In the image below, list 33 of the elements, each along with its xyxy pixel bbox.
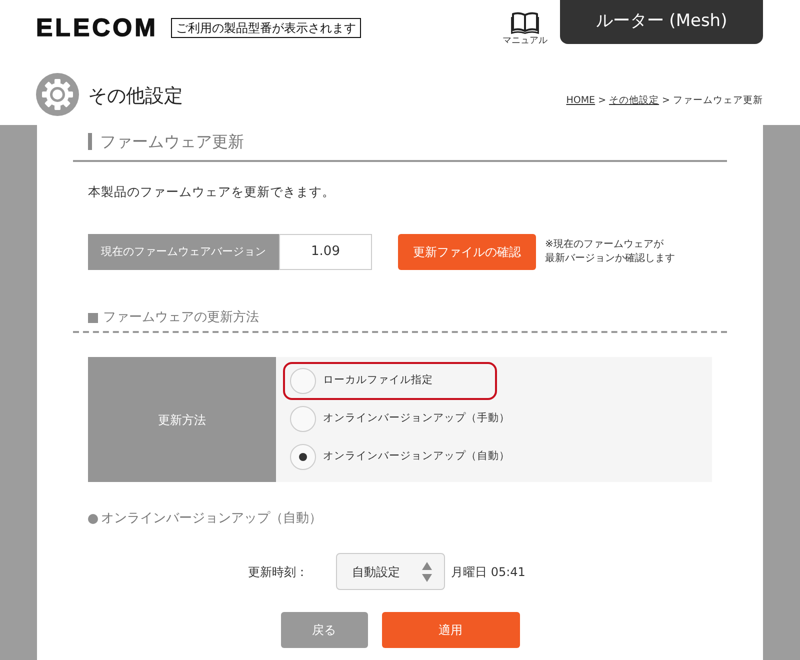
circle-icon	[88, 514, 98, 524]
radio-button[interactable]	[290, 444, 316, 470]
description-text: 本製品のファームウェアを更新できます。	[88, 184, 335, 200]
check-note: ※現在のファームウェアが 最新バージョンか確認します	[545, 238, 675, 266]
version-value: 1.09	[279, 234, 372, 270]
manual-link[interactable]: マニュアル	[502, 36, 548, 47]
radio-button[interactable]	[290, 368, 316, 394]
page-title: その他設定	[88, 84, 183, 109]
method-label: 更新方法	[88, 357, 276, 482]
breadcrumb-link[interactable]: その他設定	[609, 94, 660, 109]
radio-label[interactable]: オンラインバージョンアップ（手動）	[323, 411, 510, 427]
breadcrumb-separator: >	[662, 94, 670, 108]
brand-logo: ELECOM	[36, 18, 158, 38]
breadcrumb-separator: >	[598, 94, 606, 108]
section-title: ファームウェア更新	[100, 132, 244, 151]
time-select[interactable]: 自動設定	[336, 553, 445, 590]
updown-arrows-icon	[422, 562, 432, 582]
subsection-title: オンラインバージョンアップ（自動）	[101, 510, 322, 527]
settings-icon	[36, 73, 79, 116]
vertical-bar-icon	[88, 133, 92, 150]
square-icon	[88, 312, 98, 322]
breadcrumb-link[interactable]: HOME	[566, 94, 596, 109]
model-label: ご利用の製品型番が表示されます	[170, 18, 361, 38]
device-tab[interactable]: ルーター (Mesh)	[560, 0, 763, 44]
schedule-text: 月曜日 05:41	[451, 564, 526, 580]
radio-label[interactable]: ローカルファイル指定	[323, 373, 433, 389]
book-icon[interactable]	[511, 10, 539, 34]
time-label: 更新時刻：	[248, 564, 309, 580]
breadcrumb-current: ファームウェア更新	[673, 94, 763, 108]
version-label: 現在のファームウェアバージョン	[88, 234, 279, 270]
radio-button[interactable]	[290, 406, 316, 432]
radio-label[interactable]: オンラインバージョンアップ（自動）	[323, 449, 510, 465]
subsection-title: ファームウェアの更新方法	[103, 309, 259, 326]
